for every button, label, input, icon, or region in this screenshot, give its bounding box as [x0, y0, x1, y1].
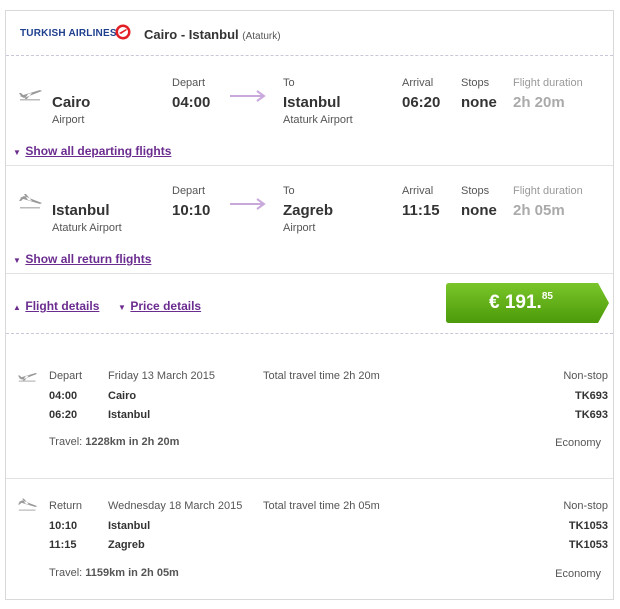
- airline-logo-text: TURKISH AIRLINES: [20, 28, 117, 39]
- detail-ret-date: Wednesday 18 March 2015: [108, 500, 243, 512]
- ret-from-airport: Ataturk Airport: [52, 222, 122, 234]
- detail-ret-t1: 10:10: [49, 520, 78, 532]
- travel-prefix: Travel:: [49, 567, 83, 579]
- itinerary-card: TURKISH AIRLINES Cairo - Istanbul (Atatu…: [5, 10, 614, 600]
- divider: [6, 165, 613, 166]
- detail-out-type: Non-stop: [563, 370, 608, 382]
- out-stops: none: [461, 94, 497, 111]
- show-return-text[interactable]: Show all return flights: [25, 252, 151, 266]
- route-sub: (Ataturk): [242, 31, 281, 42]
- detail-out-label: Depart: [49, 370, 83, 382]
- price-cents: 85: [541, 291, 553, 302]
- ret-arrival-label: Arrival: [402, 185, 434, 197]
- divider: [6, 273, 613, 274]
- ret-to-city: Zagreb: [283, 202, 334, 219]
- out-arrival-label: Arrival: [402, 77, 434, 89]
- travel-value: 1159km in 2h 05m: [85, 567, 179, 579]
- price-label[interactable]: € 191.85: [446, 283, 596, 323]
- travel-prefix: Travel:: [49, 436, 83, 448]
- price-button[interactable]: € 191.85: [446, 283, 610, 323]
- detail-out-class: Economy: [555, 437, 601, 449]
- out-depart-label: Depart: [172, 77, 206, 89]
- out-from-city: Cairo: [52, 94, 91, 111]
- route-title: Cairo - Istanbul (Ataturk): [144, 27, 281, 42]
- out-duration-label: Flight duration: [513, 77, 583, 89]
- detail-ret-f2: TK1053: [568, 539, 608, 551]
- departure-plane-icon: [19, 90, 42, 101]
- flight-details-text[interactable]: Flight details: [25, 299, 99, 313]
- detail-ret-f1: TK1053: [568, 520, 608, 532]
- divider: [6, 478, 613, 479]
- detail-ret-class: Economy: [555, 568, 601, 580]
- price-main: € 191.: [489, 292, 542, 313]
- detail-ret-c1: Istanbul: [108, 520, 151, 532]
- out-to-airport: Ataturk Airport: [283, 114, 353, 126]
- out-depart-time: 04:00: [172, 94, 211, 111]
- triangle-down-icon: ▼: [13, 256, 21, 265]
- detail-out-total: Total travel time 2h 20m: [263, 370, 380, 382]
- ret-duration: 2h 05m: [513, 202, 565, 219]
- show-departing-text[interactable]: Show all departing flights: [25, 144, 171, 158]
- detail-ret-c2: Zagreb: [108, 539, 145, 551]
- show-departing-link[interactable]: ▼ Show all departing flights: [13, 142, 171, 160]
- ret-stops-label: Stops: [461, 185, 490, 197]
- travel-value: 1228km in 2h 20m: [85, 436, 180, 448]
- out-stops-label: Stops: [461, 77, 490, 89]
- ret-to-label: To: [283, 185, 295, 197]
- ret-stops: none: [461, 202, 497, 219]
- detail-out-date: Friday 13 March 2015: [108, 370, 215, 382]
- detail-ret-travel: Travel: 1159km in 2h 05m: [49, 567, 179, 579]
- ret-arrow-icon: [230, 198, 266, 210]
- out-arrival-time: 06:20: [402, 94, 441, 111]
- header: TURKISH AIRLINES Cairo - Istanbul (Atatu…: [6, 11, 613, 55]
- out-duration: 2h 20m: [513, 94, 565, 111]
- detail-ret-type: Non-stop: [563, 500, 608, 512]
- triangle-down-icon: ▼: [118, 303, 126, 312]
- triangle-down-icon: ▼: [13, 148, 21, 157]
- detail-out-t1: 04:00: [49, 390, 78, 402]
- out-to-label: To: [283, 77, 295, 89]
- route-text: Cairo - Istanbul: [144, 27, 239, 42]
- return-detail-plane-icon: [18, 498, 38, 511]
- detail-out-f2: TK693: [574, 409, 608, 421]
- detail-out-t2: 06:20: [49, 409, 78, 421]
- detail-ret-label: Return: [49, 500, 83, 512]
- price-details-text[interactable]: Price details: [130, 299, 201, 313]
- detail-out-c1: Cairo: [108, 390, 137, 402]
- triangle-up-icon: ▲: [13, 303, 21, 312]
- ret-to-airport: Airport: [283, 222, 316, 234]
- ret-arrival-time: 11:15: [402, 202, 440, 219]
- out-arrow-icon: [230, 90, 266, 102]
- detail-out-c2: Istanbul: [108, 409, 151, 421]
- detail-out-f1: TK693: [574, 390, 608, 402]
- depart-detail-plane-icon: [18, 373, 38, 382]
- out-to-city: Istanbul: [283, 94, 341, 111]
- ret-depart-time: 10:10: [172, 202, 211, 219]
- divider: [6, 333, 613, 334]
- divider: [6, 55, 613, 56]
- ret-from-city: Istanbul: [52, 202, 110, 219]
- out-from-airport: Airport: [52, 114, 85, 126]
- detail-ret-total: Total travel time 2h 05m: [263, 500, 380, 512]
- ret-duration-label: Flight duration: [513, 185, 583, 197]
- flight-details-toggle[interactable]: ▲ Flight details: [13, 297, 99, 315]
- show-return-link[interactable]: ▼ Show all return flights: [13, 250, 151, 268]
- ret-depart-label: Depart: [172, 185, 206, 197]
- detail-out-travel: Travel: 1228km in 2h 20m: [49, 436, 179, 448]
- airline-logo-icon: [115, 24, 131, 40]
- price-details-toggle[interactable]: ▼ Price details: [118, 297, 201, 315]
- detail-ret-t2: 11:15: [49, 539, 77, 551]
- return-plane-icon: [19, 194, 42, 209]
